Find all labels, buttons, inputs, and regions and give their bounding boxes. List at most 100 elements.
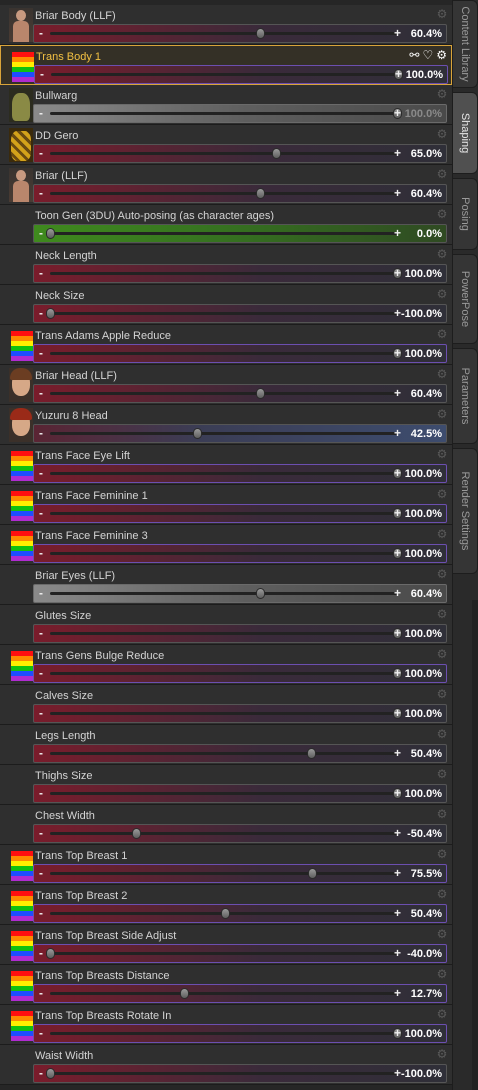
morph-slider[interactable]: - +50.4% <box>33 904 447 923</box>
slider-knob[interactable] <box>193 428 202 439</box>
gear-icon[interactable]: ⚙ <box>436 648 448 660</box>
link-icon[interactable]: ⚯ <box>409 48 419 62</box>
decrement-button[interactable]: - <box>39 586 43 600</box>
morph-slider[interactable]: - +100.0% <box>33 104 447 123</box>
increment-button[interactable]: + <box>394 106 401 120</box>
increment-button[interactable]: + <box>394 866 401 880</box>
morph-slider[interactable]: - +60.4% <box>33 184 447 203</box>
morph-slider[interactable]: - + -100.0% <box>33 1064 447 1083</box>
morph-row[interactable]: Neck Size ⚙ - + -100.0% <box>0 285 452 325</box>
gear-icon[interactable]: ⚙ <box>436 48 447 62</box>
morph-slider[interactable]: - +100.0% <box>33 704 447 723</box>
decrement-button[interactable]: - <box>39 426 43 440</box>
morph-value[interactable]: 100.0% <box>405 507 442 521</box>
gear-icon[interactable]: ⚙ <box>436 128 448 140</box>
morph-value[interactable]: 100.0% <box>405 107 442 121</box>
morph-value[interactable]: 100.0% <box>405 267 442 281</box>
increment-button[interactable]: + <box>394 346 401 360</box>
increment-button[interactable]: + <box>394 626 401 640</box>
gear-icon[interactable]: ⚙ <box>436 688 448 700</box>
morph-value[interactable]: 65.0% <box>411 147 442 161</box>
decrement-button[interactable]: - <box>39 626 43 640</box>
gear-icon[interactable]: ⚙ <box>436 88 448 100</box>
morph-slider[interactable]: - + -100.0% <box>33 304 447 323</box>
morph-row[interactable]: Briar Head (LLF) ⚙ - +60.4% <box>0 365 452 405</box>
morph-value[interactable]: -50.4% <box>407 827 442 841</box>
slider-knob[interactable] <box>272 148 281 159</box>
gear-icon[interactable]: ⚙ <box>436 248 448 260</box>
morph-row[interactable]: Trans Adams Apple Reduce ⚙ - +100.0% <box>0 325 452 365</box>
decrement-button[interactable]: - <box>39 546 43 560</box>
morph-slider[interactable]: - +100.0% <box>33 1024 447 1043</box>
gear-icon[interactable]: ⚙ <box>436 608 448 620</box>
morph-row[interactable]: Briar Body (LLF) ⚙ - +60.4% <box>0 5 452 45</box>
morph-value[interactable]: -40.0% <box>407 947 442 961</box>
tab-render-settings[interactable]: Render Settings <box>453 448 478 574</box>
increment-button[interactable]: + <box>394 906 401 920</box>
morph-value[interactable]: 100.0% <box>406 68 443 82</box>
morph-slider[interactable]: - +100.0% <box>33 784 447 803</box>
increment-button[interactable]: + <box>394 546 401 560</box>
gear-icon[interactable]: ⚙ <box>436 368 448 380</box>
morph-row[interactable]: Trans Top Breast Side Adjust ⚙ - + -40.0% <box>0 925 452 965</box>
decrement-button[interactable]: - <box>39 746 43 760</box>
morph-slider[interactable]: - + -40.0% <box>33 944 447 963</box>
tab-shaping[interactable]: Shaping <box>453 92 478 174</box>
morph-row[interactable]: Yuzuru 8 Head ⚙ - +42.5% <box>0 405 452 445</box>
decrement-button[interactable]: - <box>39 186 43 200</box>
slider-knob[interactable] <box>180 988 189 999</box>
morph-value[interactable]: 75.5% <box>411 867 442 881</box>
gear-icon[interactable]: ⚙ <box>436 408 448 420</box>
decrement-button[interactable]: - <box>39 146 43 160</box>
gear-icon[interactable]: ⚙ <box>436 448 448 460</box>
morph-value[interactable]: 50.4% <box>411 747 442 761</box>
morph-slider[interactable]: - +60.4% <box>33 24 447 43</box>
gear-icon[interactable]: ⚙ <box>436 808 448 820</box>
morph-slider[interactable]: - +100.0% <box>33 504 447 523</box>
morph-value[interactable]: 12.7% <box>411 987 442 1001</box>
tab-powerpose[interactable]: PowerPose <box>453 254 478 344</box>
morph-slider[interactable]: - +65.0% <box>33 144 447 163</box>
decrement-button[interactable]: - <box>39 666 43 680</box>
tab-posing[interactable]: Posing <box>453 178 478 250</box>
morph-slider[interactable]: - +12.7% <box>33 984 447 1003</box>
gear-icon[interactable]: ⚙ <box>436 1008 448 1020</box>
morph-value[interactable]: -100.0% <box>401 1067 442 1081</box>
morph-value[interactable]: 100.0% <box>405 787 442 801</box>
scrollbar[interactable] <box>472 600 478 1090</box>
gear-icon[interactable]: ⚙ <box>436 1048 448 1060</box>
morph-value[interactable]: -100.0% <box>401 307 442 321</box>
increment-button[interactable]: + <box>394 26 401 40</box>
decrement-button[interactable]: - <box>39 26 43 40</box>
increment-button[interactable]: + <box>394 306 401 320</box>
gear-icon[interactable]: ⚙ <box>436 8 448 20</box>
gear-icon[interactable]: ⚙ <box>436 528 448 540</box>
increment-button[interactable]: + <box>394 506 401 520</box>
gear-icon[interactable]: ⚙ <box>436 768 448 780</box>
morph-row[interactable]: Trans Face Feminine 1 ⚙ - +100.0% <box>0 485 452 525</box>
increment-button[interactable]: + <box>394 266 401 280</box>
tab-parameters[interactable]: Parameters <box>453 348 478 444</box>
morph-row[interactable]: Briar (LLF) ⚙ - +60.4% <box>0 165 452 205</box>
morph-row[interactable]: Trans Top Breast 2 ⚙ - +50.4% <box>0 885 452 925</box>
morph-row[interactable]: Chest Width ⚙ - + -50.4% <box>0 805 452 845</box>
decrement-button[interactable]: - <box>39 506 43 520</box>
morph-row[interactable]: Legs Length ⚙ - +50.4% <box>0 725 452 765</box>
morph-value[interactable]: 100.0% <box>405 627 442 641</box>
gear-icon[interactable]: ⚙ <box>436 568 448 580</box>
morph-row[interactable]: Thighs Size ⚙ - +100.0% <box>0 765 452 805</box>
increment-button[interactable]: + <box>394 226 401 240</box>
morph-slider[interactable]: - +100.0% <box>33 464 447 483</box>
slider-knob[interactable] <box>256 588 265 599</box>
increment-button[interactable]: + <box>394 746 401 760</box>
slider-knob[interactable] <box>256 188 265 199</box>
increment-button[interactable]: + <box>394 146 401 160</box>
morph-slider[interactable]: - +50.4% <box>33 744 447 763</box>
decrement-button[interactable]: - <box>39 106 43 120</box>
increment-button[interactable]: + <box>395 67 402 81</box>
morph-value[interactable]: 60.4% <box>411 27 442 41</box>
increment-button[interactable]: + <box>394 826 401 840</box>
decrement-button[interactable]: - <box>39 266 43 280</box>
morph-slider[interactable]: - +0.0% <box>33 224 447 243</box>
morph-row[interactable]: Trans Gens Bulge Reduce ⚙ - +100.0% <box>0 645 452 685</box>
